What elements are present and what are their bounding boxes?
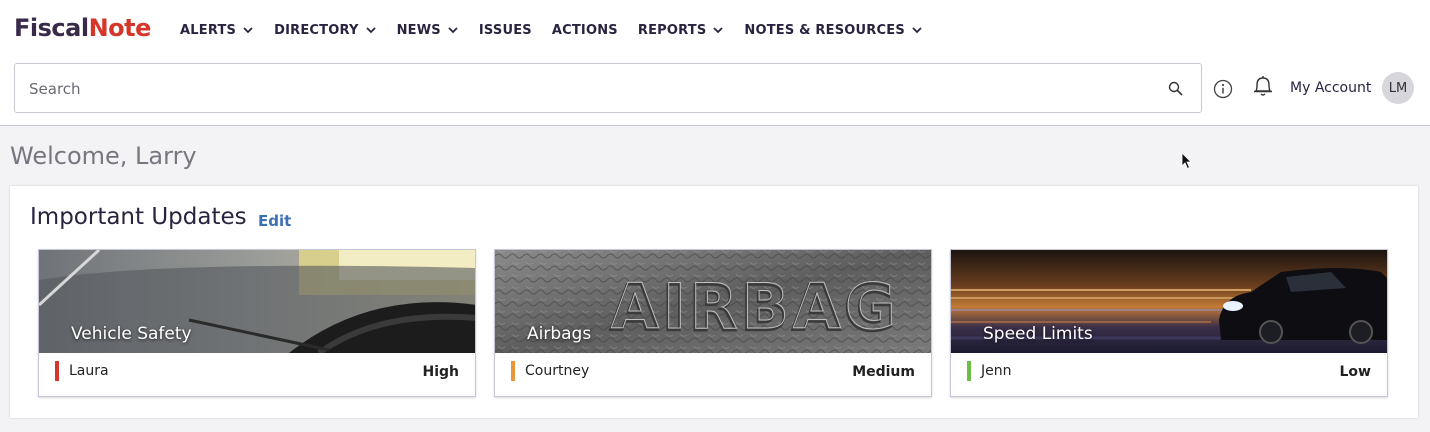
chevron-down-icon [448,27,458,34]
priority-indicator [967,361,971,381]
chevron-down-icon [713,27,724,34]
card-title: Speed Limits [983,324,1093,344]
nav-actions-label: ACTIONS [551,22,618,38]
main-nav: ALERTS DIRECTORY NEWS ISSUES ACTIONS REP… [180,20,943,40]
priority-indicator [511,361,515,381]
important-updates-panel: Important Updates Edit Vehicle Safety La… [10,186,1418,418]
owner-name: Jenn [981,363,1012,379]
edit-link[interactable]: Edit [258,212,291,230]
nav-news-label: NEWS [396,22,441,38]
mouse-cursor-icon [1181,152,1192,170]
update-card-speed-limits[interactable]: Speed Limits Jenn Low [950,249,1388,397]
priority-label: Low [1339,364,1371,380]
priority-label: High [422,364,459,380]
nav-directory[interactable]: DIRECTORY [274,20,377,40]
chevron-down-icon [912,27,922,34]
nav-reports-label: REPORTS [637,22,707,38]
nav-issues-label: ISSUES [478,22,532,38]
svg-text:AIRBAG: AIRBAG [611,270,900,343]
search-box [14,63,1202,113]
nav-reports[interactable]: REPORTS [638,20,725,40]
my-account-link[interactable]: My Account [1290,80,1371,96]
panel-title: Important Updates [30,204,247,230]
card-title: Vehicle Safety [71,324,192,344]
nav-news[interactable]: NEWS [397,20,459,40]
card-title: Airbags [527,324,592,344]
search-icon[interactable] [1167,80,1185,98]
logo-part-fiscal: Fiscal [14,14,89,42]
update-card-airbags[interactable]: AIRBAG AIRBAG Airbags Courtney Medium [494,249,932,397]
nav-actions[interactable]: ACTIONS [552,20,618,40]
card-owner: Jenn [967,361,1012,381]
bell-icon[interactable] [1250,73,1276,99]
nav-directory-label: DIRECTORY [274,22,359,38]
priority-indicator [55,361,59,381]
card-owner: Laura [55,361,109,381]
nav-alerts[interactable]: ALERTS [180,20,254,40]
owner-name: Laura [69,363,109,379]
fiscalnote-logo[interactable]: FiscalNote [14,14,151,42]
chevron-down-icon [365,27,376,34]
info-icon[interactable] [1213,79,1233,99]
top-bar: FiscalNote ALERTS DIRECTORY NEWS ISSUES … [0,0,1430,126]
search-input[interactable] [27,76,1161,102]
card-owner: Courtney [511,361,589,381]
nav-notes-resources[interactable]: NOTES & RESOURCES [744,20,923,40]
welcome-heading: Welcome, Larry [10,142,197,170]
owner-name: Courtney [525,363,590,379]
update-card-vehicle-safety[interactable]: Vehicle Safety Laura High [38,249,476,397]
avatar[interactable]: LM [1382,72,1414,104]
nav-notes-resources-label: NOTES & RESOURCES [744,22,905,38]
priority-label: Medium [852,364,915,380]
nav-alerts-label: ALERTS [180,22,237,38]
logo-part-note: Note [88,14,152,42]
chevron-down-icon [243,27,253,34]
nav-issues[interactable]: ISSUES [479,20,532,40]
